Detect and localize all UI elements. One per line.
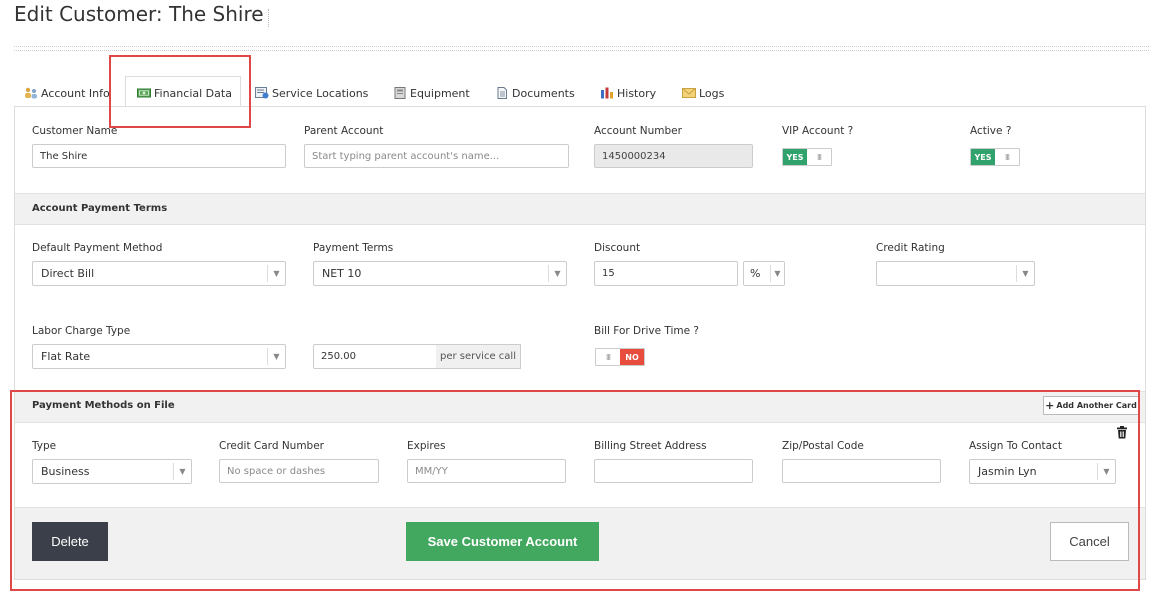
card-number-label: Credit Card Number bbox=[219, 440, 324, 452]
billing-street-input[interactable] bbox=[594, 459, 753, 483]
vip-account-toggle[interactable]: YES III bbox=[782, 148, 832, 166]
plus-icon: + bbox=[1045, 399, 1055, 412]
default-payment-method-select[interactable]: Direct Bill ▼ bbox=[32, 261, 286, 286]
add-card-label: Add Another Card bbox=[1056, 401, 1137, 410]
tab-label: History bbox=[617, 86, 657, 100]
default-payment-method-label: Default Payment Method bbox=[32, 242, 163, 254]
history-chart-icon bbox=[601, 87, 613, 99]
tab-label: Service Locations bbox=[272, 86, 369, 100]
document-icon bbox=[497, 87, 507, 99]
billing-street-label: Billing Street Address bbox=[594, 440, 707, 452]
expires-label: Expires bbox=[407, 440, 446, 452]
credit-rating-select[interactable]: ▼ bbox=[876, 261, 1035, 286]
discount-input[interactable]: 15 bbox=[594, 261, 738, 286]
account-number-input: 1450000234 bbox=[594, 144, 753, 168]
bill-drive-time-toggle[interactable]: III NO bbox=[595, 348, 645, 366]
select-value: % bbox=[750, 267, 761, 280]
page-title: Edit Customer: The Shire bbox=[14, 2, 264, 26]
assign-contact-label: Assign To Contact bbox=[969, 440, 1062, 452]
active-toggle[interactable]: YES III bbox=[970, 148, 1020, 166]
card-number-input[interactable]: No space or dashes bbox=[219, 459, 379, 483]
card-type-select[interactable]: Business ▼ bbox=[32, 459, 192, 484]
payment-methods-header bbox=[15, 391, 1145, 423]
tab-account-info[interactable]: Account Info bbox=[24, 86, 110, 100]
map-location-icon bbox=[255, 87, 269, 99]
credit-rating-label: Credit Rating bbox=[876, 242, 945, 254]
customer-name-input[interactable]: The Shire bbox=[32, 144, 286, 168]
toggle-grip: III bbox=[605, 352, 611, 362]
cancel-button[interactable]: Cancel bbox=[1050, 522, 1129, 561]
customer-name-label: Customer Name bbox=[32, 125, 118, 137]
people-icon bbox=[25, 87, 37, 99]
tab-equipment[interactable]: Equipment bbox=[393, 86, 470, 100]
chevron-down-icon: ▼ bbox=[1097, 463, 1115, 480]
vip-account-label: VIP Account ? bbox=[782, 125, 854, 137]
tab-logs[interactable]: Logs bbox=[682, 86, 724, 100]
toggle-grip: III bbox=[1004, 152, 1010, 162]
expires-input[interactable]: MM/YY bbox=[407, 459, 566, 483]
chevron-down-icon: ▼ bbox=[1016, 265, 1034, 282]
select-value: NET 10 bbox=[322, 267, 362, 280]
envelope-icon bbox=[682, 88, 696, 98]
tab-history[interactable]: History bbox=[600, 86, 656, 100]
parent-account-input[interactable]: Start typing parent account's name... bbox=[304, 144, 569, 168]
labor-amount-input[interactable]: 250.00 bbox=[313, 344, 437, 369]
select-value: Flat Rate bbox=[41, 350, 91, 363]
chevron-down-icon: ▼ bbox=[770, 265, 784, 282]
chevron-down-icon: ▼ bbox=[173, 463, 191, 480]
tab-label: Logs bbox=[699, 86, 725, 100]
tab-financial-data[interactable]: Financial Data bbox=[137, 86, 232, 100]
tab-documents[interactable]: Documents bbox=[495, 86, 575, 100]
discount-unit-select[interactable]: % ▼ bbox=[743, 261, 785, 286]
labor-charge-type-label: Labor Charge Type bbox=[32, 325, 131, 337]
bill-drive-time-label: Bill For Drive Time ? bbox=[594, 325, 699, 337]
payment-terms-label: Payment Terms bbox=[313, 242, 394, 254]
chevron-down-icon: ▼ bbox=[267, 348, 285, 365]
money-icon bbox=[137, 88, 151, 98]
payment-terms-select[interactable]: NET 10 ▼ bbox=[313, 261, 567, 286]
add-another-card-button[interactable]: + Add Another Card bbox=[1043, 396, 1139, 415]
toggle-grip: III bbox=[816, 152, 822, 162]
chevron-down-icon: ▼ bbox=[548, 265, 566, 282]
payment-terms-header bbox=[15, 193, 1145, 225]
tab-label: Equipment bbox=[410, 86, 470, 100]
toggle-yes: YES bbox=[783, 149, 807, 165]
tab-label: Financial Data bbox=[154, 86, 232, 100]
select-value: Business bbox=[41, 465, 90, 478]
title-separator bbox=[14, 46, 1149, 51]
tab-label: Account Info bbox=[41, 86, 110, 100]
zip-code-input[interactable] bbox=[782, 459, 941, 483]
card-type-label: Type bbox=[32, 440, 57, 452]
account-number-label: Account Number bbox=[594, 125, 682, 137]
delete-button[interactable]: Delete bbox=[32, 522, 108, 561]
labor-amount-suffix: per service call bbox=[436, 344, 521, 369]
select-value: Jasmin Lyn bbox=[978, 465, 1037, 478]
zip-code-label: Zip/Postal Code bbox=[782, 440, 864, 452]
toggle-no: NO bbox=[620, 349, 644, 365]
active-label: Active ? bbox=[970, 125, 1012, 137]
discount-label: Discount bbox=[594, 242, 641, 254]
title-caret bbox=[268, 9, 269, 27]
tab-label: Documents bbox=[512, 86, 575, 100]
trash-icon[interactable] bbox=[1116, 426, 1128, 439]
assign-contact-select[interactable]: Jasmin Lyn ▼ bbox=[969, 459, 1116, 484]
payment-methods-title: Payment Methods on File bbox=[32, 400, 175, 411]
equipment-icon bbox=[394, 87, 406, 99]
parent-account-label: Parent Account bbox=[304, 125, 384, 137]
labor-charge-type-select[interactable]: Flat Rate ▼ bbox=[32, 344, 286, 369]
chevron-down-icon: ▼ bbox=[267, 265, 285, 282]
payment-terms-title: Account Payment Terms bbox=[32, 203, 168, 214]
select-value: Direct Bill bbox=[41, 267, 95, 280]
toggle-yes: YES bbox=[971, 149, 995, 165]
tab-service-locations[interactable]: Service Locations bbox=[255, 86, 368, 100]
save-customer-account-button[interactable]: Save Customer Account bbox=[406, 522, 599, 561]
